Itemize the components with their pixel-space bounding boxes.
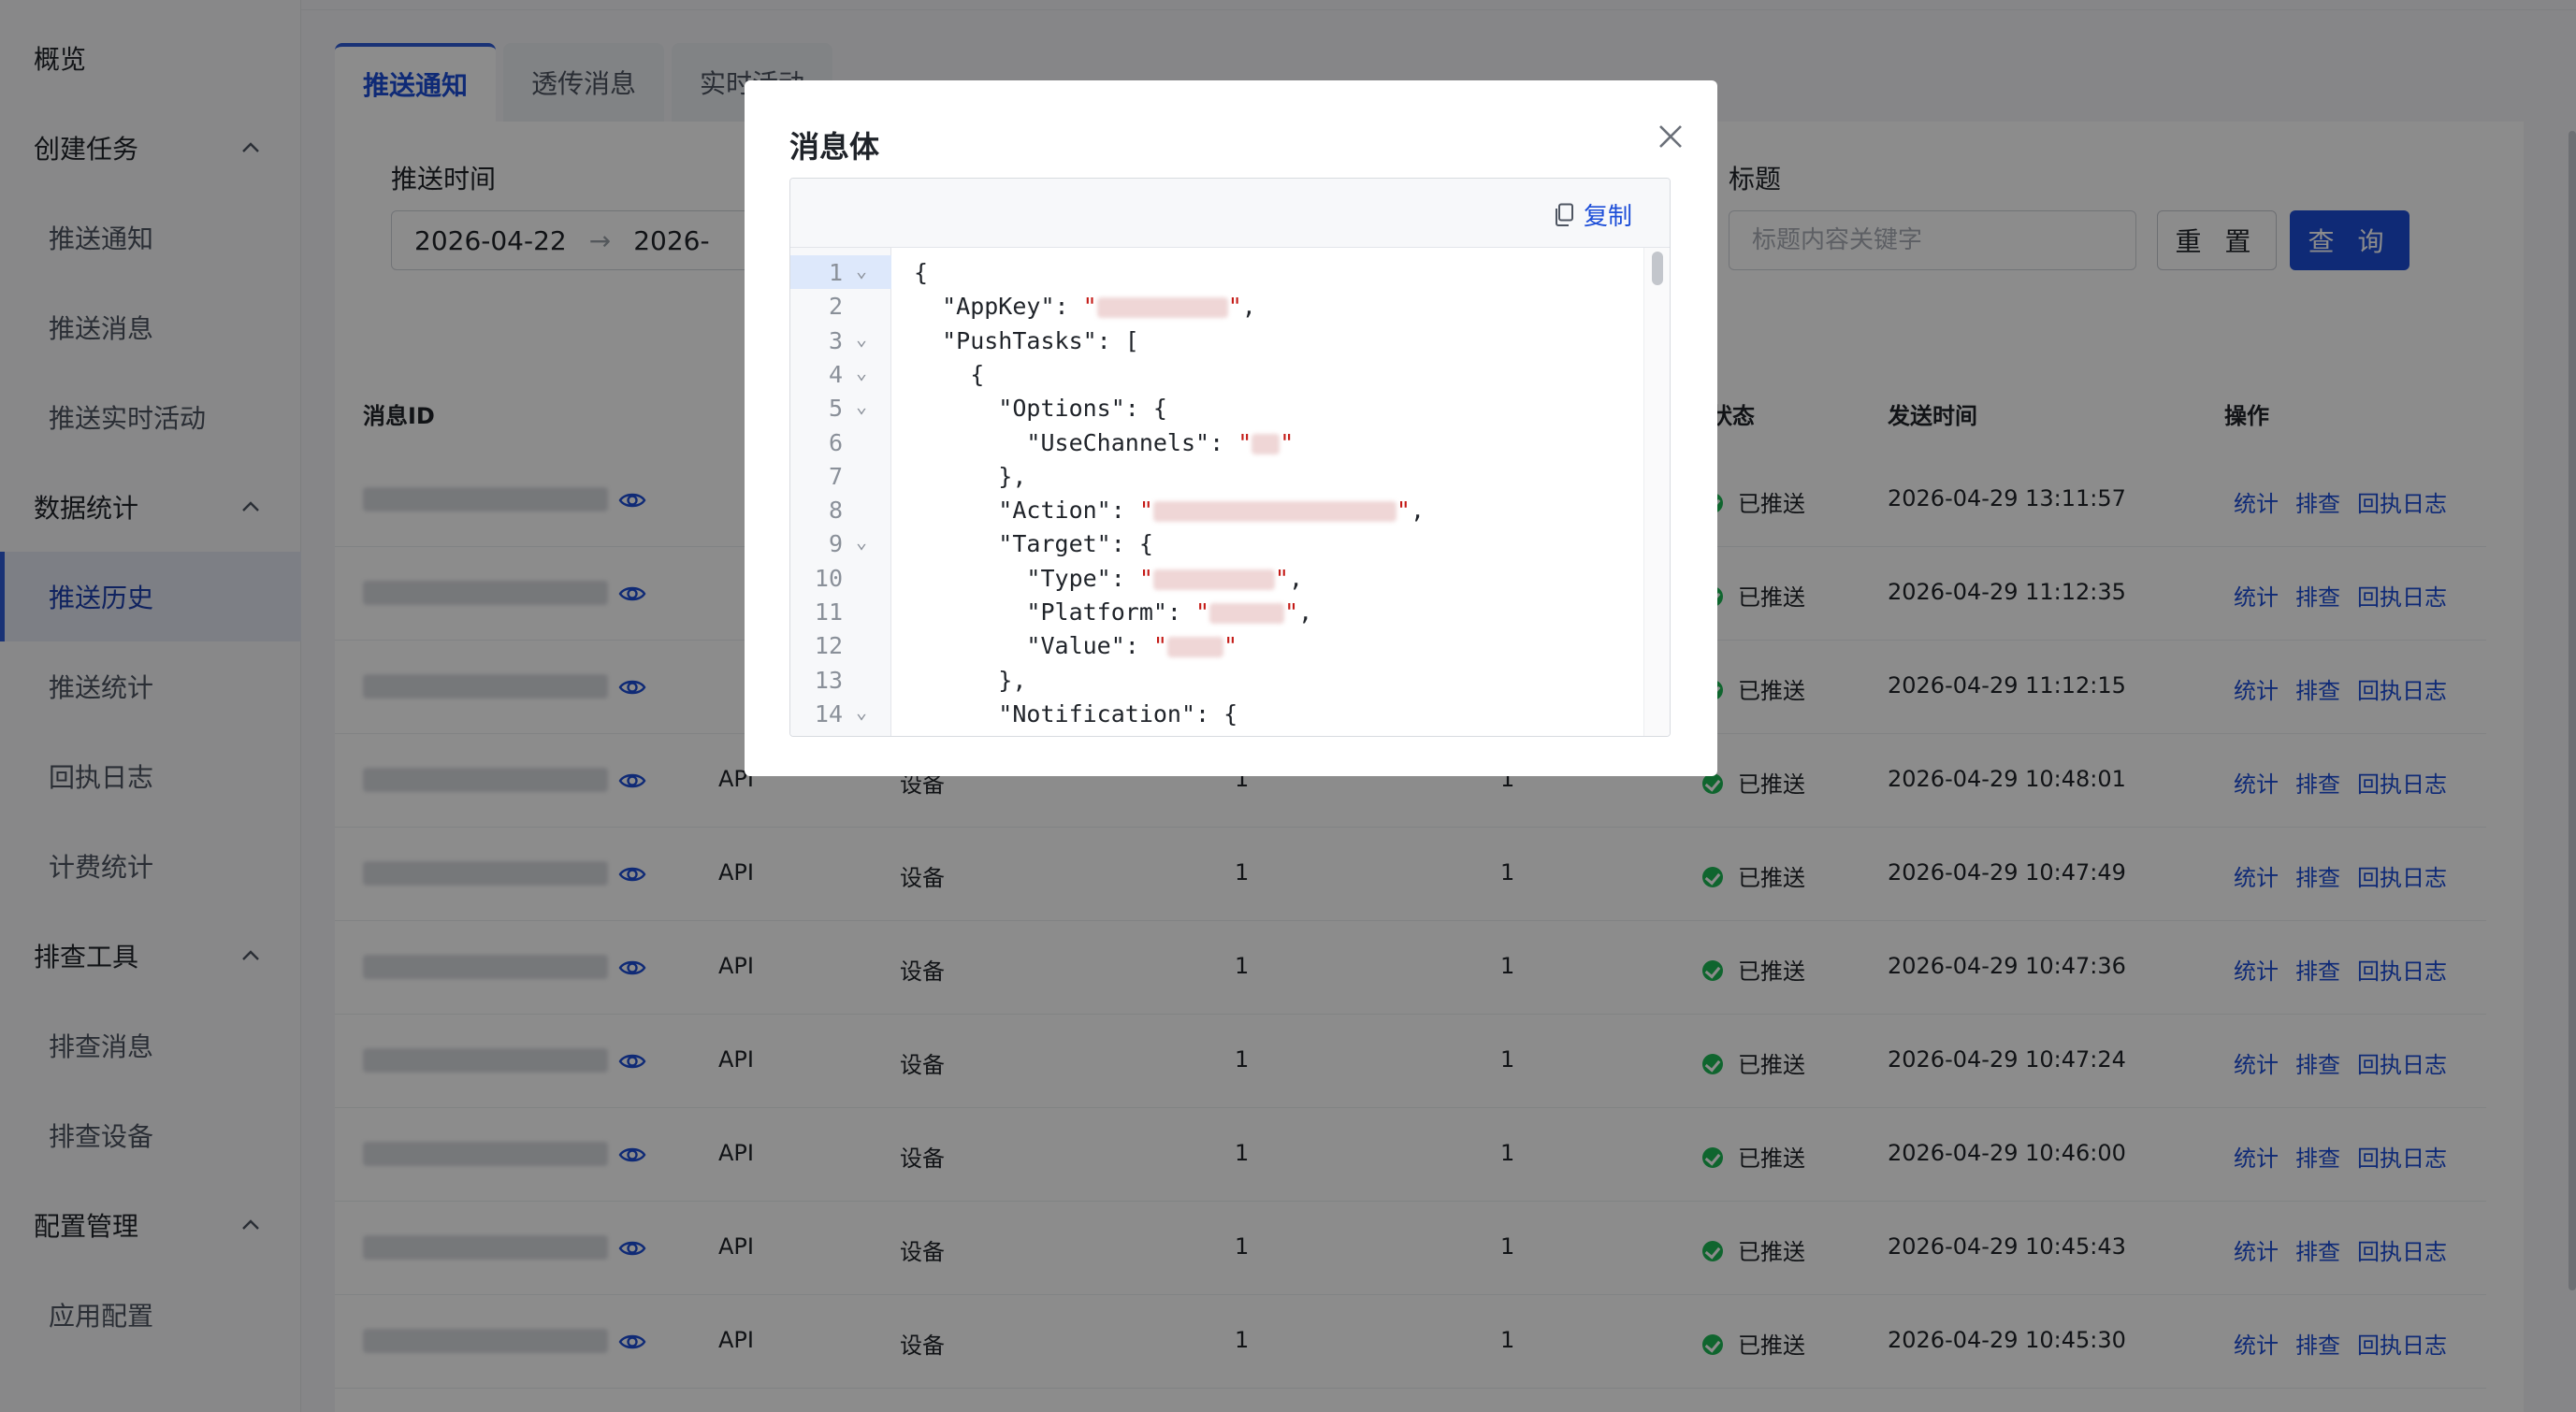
line-number-text: 12 [814, 632, 843, 660]
code-text: "Platform": [914, 598, 1196, 626]
code-text: "Value": [914, 632, 1153, 660]
line-number: 5 ⌄ [790, 391, 891, 425]
code-content[interactable]: { "AppKey": " ", "PushTasks": [ { "Option… [891, 248, 1643, 736]
line-number-text: 8 [828, 497, 843, 525]
string-value: " " [1152, 632, 1237, 660]
message-body-modal: 消息体 复制 1 ⌄ 2 3 ⌄ 4 ⌄ 5 ⌄ 6 7 8 9 ⌄ 10 11 12 13 14 ⌄ { "AppK… [745, 80, 1717, 776]
code-line: "Platform": " ", [914, 595, 1312, 628]
code-text: { [914, 259, 929, 286]
code-text: }, [914, 666, 1027, 694]
copy-label: 复制 [1583, 203, 1632, 231]
fold-chevron-icon[interactable]: ⌄ [856, 259, 867, 281]
code-text: "Type": [914, 564, 1139, 592]
code-suffix: , [1410, 497, 1425, 525]
line-number-gutter: 1 ⌄ 2 3 ⌄ 4 ⌄ 5 ⌄ 6 7 8 9 ⌄ 10 11 12 13 14 ⌄ [790, 248, 891, 736]
code-suffix: , [1298, 598, 1313, 626]
redacted-value [1096, 297, 1228, 319]
line-number-text: 5 [828, 395, 843, 423]
string-value: " " [1138, 564, 1289, 592]
line-number-text: 11 [814, 598, 843, 626]
line-number: 3 ⌄ [790, 324, 891, 357]
redacted-value [1209, 603, 1285, 624]
line-number: 4 ⌄ [790, 357, 891, 391]
code-line: "Type": " ", [914, 561, 1303, 595]
line-number: 12 [790, 628, 891, 662]
code-text: "Notification": { [914, 699, 1238, 728]
line-number-text: 3 [828, 326, 843, 354]
code-line: "Target": { [914, 526, 1153, 560]
string-value: " " [1195, 598, 1299, 626]
code-scrollbar[interactable] [1643, 248, 1670, 736]
code-line: { [914, 357, 984, 391]
close-icon[interactable] [1648, 114, 1693, 159]
redacted-value [1166, 637, 1223, 658]
code-line: "Options": { [914, 391, 1167, 425]
code-scroll-thumb[interactable] [1652, 252, 1663, 285]
string-value: " " [1138, 497, 1411, 525]
code-text: }, [914, 462, 1027, 490]
string-value: " " [1082, 293, 1242, 321]
modal-title: 消息体 [789, 129, 880, 165]
line-number: 14 ⌄ [790, 697, 891, 730]
redacted-value [1252, 433, 1281, 454]
code-line: "AppKey": " ", [914, 289, 1256, 323]
line-number: 13 [790, 663, 891, 697]
line-number: 1 ⌄ [790, 255, 891, 289]
line-number: 9 ⌄ [790, 526, 891, 560]
line-number-text: 1 [828, 259, 843, 286]
fold-chevron-icon[interactable]: ⌄ [856, 327, 867, 350]
code-toolbar: 复制 [790, 179, 1670, 248]
fold-chevron-icon[interactable]: ⌄ [856, 361, 867, 383]
line-number-text: 6 [828, 428, 843, 456]
copy-button[interactable]: 复制 [1554, 197, 1632, 232]
code-text: { [914, 360, 985, 388]
code-text: "Options": { [914, 395, 1167, 423]
code-line: "Action": " ", [914, 493, 1425, 526]
string-value: " " [1237, 428, 1295, 456]
line-number-text: 7 [828, 462, 843, 490]
line-number-text: 4 [828, 360, 843, 388]
fold-chevron-icon[interactable]: ⌄ [856, 700, 867, 723]
code-suffix: , [1288, 564, 1304, 592]
line-number: 7 [790, 459, 891, 493]
redacted-value [1152, 501, 1397, 523]
redacted-value [1152, 569, 1275, 590]
code-text: "Action": [914, 497, 1139, 525]
line-number: 10 [790, 561, 891, 595]
copy-icon [1555, 203, 1573, 226]
code-line: }, [914, 663, 1026, 697]
fold-chevron-icon[interactable]: ⌄ [856, 395, 867, 417]
code-line: }, [914, 459, 1026, 493]
code-line: { [914, 255, 928, 289]
code-text: "UseChannels": [914, 428, 1238, 456]
code-text: "AppKey": [914, 293, 1083, 321]
line-number-text: 10 [814, 564, 843, 592]
code-suffix: , [1241, 293, 1256, 321]
line-number: 2 [790, 289, 891, 323]
code-line: "UseChannels": " " [914, 425, 1294, 459]
line-number: 11 [790, 595, 891, 628]
code-line: "Notification": { [914, 697, 1237, 730]
line-number-text: 13 [814, 666, 843, 694]
line-number-text: 2 [828, 293, 843, 321]
code-line: "PushTasks": [ [914, 324, 1139, 357]
code-text: "Target": { [914, 530, 1153, 558]
fold-chevron-icon[interactable]: ⌄ [856, 530, 867, 553]
code-viewer: 复制 1 ⌄ 2 3 ⌄ 4 ⌄ 5 ⌄ 6 7 8 9 ⌄ 10 11 12 13 14 ⌄ { "AppKey":… [789, 178, 1671, 737]
line-number: 8 [790, 493, 891, 526]
line-number-text: 9 [828, 530, 843, 558]
line-number-text: 14 [814, 699, 843, 728]
code-line: "Value": " " [914, 628, 1237, 662]
line-number: 6 [790, 425, 891, 459]
code-text: "PushTasks": [ [914, 326, 1139, 354]
